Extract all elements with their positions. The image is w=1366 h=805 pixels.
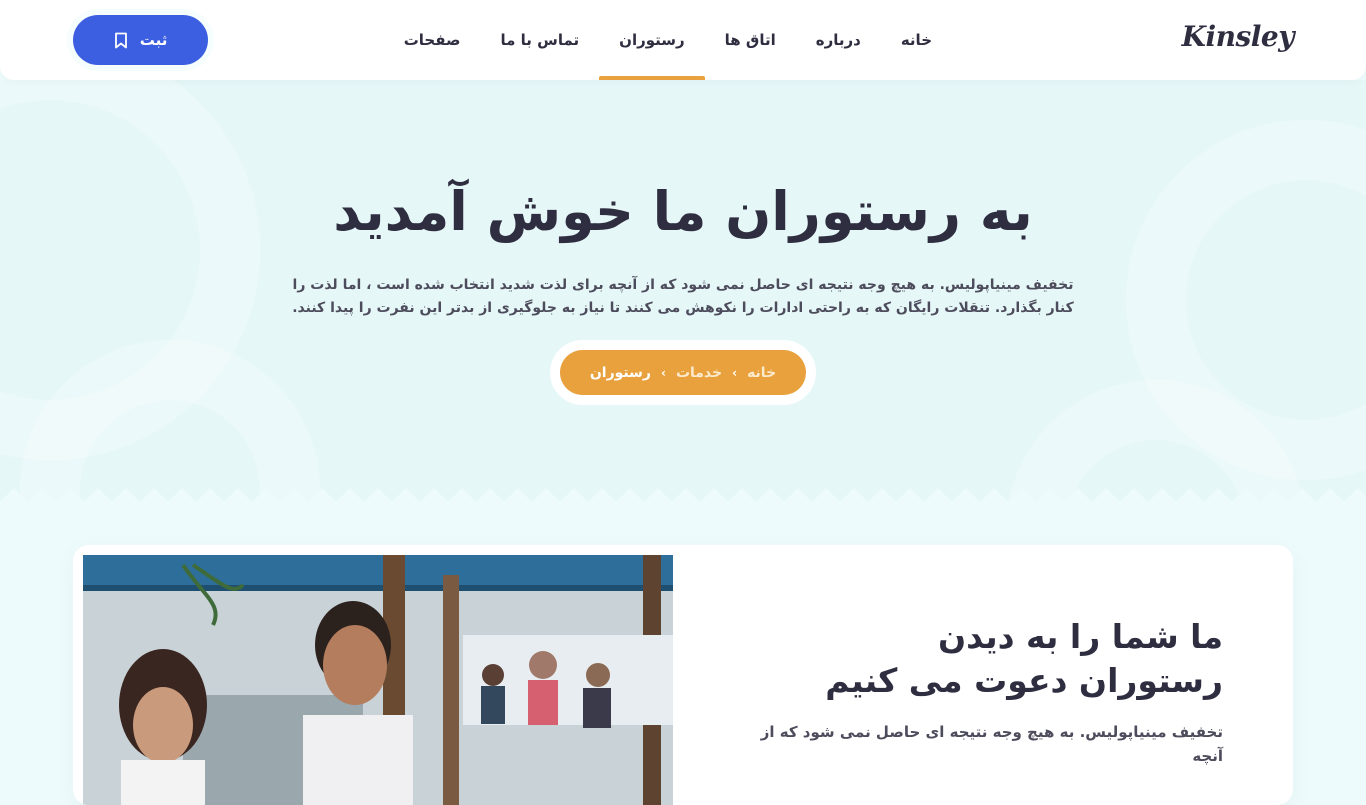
chevron-left-icon: › [732, 365, 738, 380]
book-button-label: ثبت [139, 31, 168, 49]
nav-item-restaurant[interactable]: رستوران [599, 0, 705, 80]
breadcrumb-services[interactable]: خدمات [676, 365, 722, 381]
hero-title: به رستوران ما خوش آمدید [333, 180, 1033, 243]
intro-section: ما شما را به دیدن رستوران دعوت می کنیم ت… [0, 510, 1366, 805]
nav-item-pages[interactable]: صفحات [384, 0, 481, 80]
restaurant-photo [83, 555, 673, 805]
nav-item-contact[interactable]: تماس با ما [481, 0, 600, 80]
book-button[interactable]: ثبت [73, 15, 208, 65]
site-header: Kinsley خانه درباره اتاق ها رستوران تماس… [0, 0, 1366, 80]
hero-section: به رستوران ما خوش آمدید تخفیف مینیاپولیس… [0, 80, 1366, 510]
breadcrumb: خانه › خدمات › رستوران [560, 350, 806, 395]
breadcrumb-current: رستوران [589, 364, 651, 381]
hero-description: تخفیف مینیاپولیس. به هیچ وجه نتیجه ای حا… [292, 277, 1074, 316]
bookmark-icon [114, 32, 128, 49]
main-nav: خانه درباره اتاق ها رستوران تماس با ما ص… [384, 0, 952, 80]
intro-title: ما شما را به دیدن رستوران دعوت می کنیم [825, 617, 1223, 700]
breadcrumb-home[interactable]: خانه [747, 365, 776, 381]
nav-item-rooms[interactable]: اتاق ها [705, 0, 796, 80]
breadcrumb-container: خانه › خدمات › رستوران [550, 340, 816, 405]
intro-card: ما شما را به دیدن رستوران دعوت می کنیم ت… [73, 545, 1293, 805]
intro-text: تخفیف مینیاپولیس. به هیچ وجه نتیجه ای حا… [760, 723, 1223, 765]
zigzag-divider [0, 488, 1366, 510]
nav-item-home[interactable]: خانه [881, 0, 952, 80]
chevron-left-icon: › [660, 365, 666, 380]
nav-item-about[interactable]: درباره [796, 0, 881, 80]
site-logo[interactable]: Kinsley [1182, 20, 1295, 53]
